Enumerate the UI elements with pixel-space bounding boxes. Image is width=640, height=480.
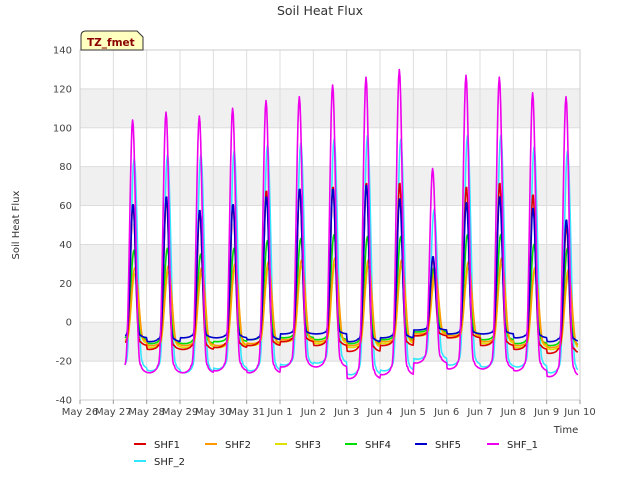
x-tick-label: Jun 2: [300, 407, 326, 418]
x-tick-label: Jun 7: [466, 407, 492, 418]
y-tick-label: 100: [53, 123, 72, 134]
y-axis-ticks: -40 -20 0 20 40 60 80 100 120 140: [53, 46, 72, 407]
y-tick-label: 80: [59, 162, 72, 173]
legend-label: SHF1: [154, 440, 180, 451]
x-tick-label: Jun 10: [563, 407, 596, 418]
grid-band: [80, 88, 580, 128]
soil-heat-flux-figure: -40-20020406080100120140 May 26May 27May…: [11, 3, 596, 468]
y-tick-label: -40: [56, 396, 72, 407]
legend-label: SHF3: [295, 440, 321, 451]
legend-label: SHF_2: [154, 457, 185, 468]
y-tick-label: 20: [59, 279, 72, 290]
x-tick-label: Jun 4: [366, 407, 392, 418]
legend-label: SHF5: [435, 440, 461, 451]
x-tick-label: Jun 5: [400, 407, 426, 418]
x-tick-label: Jun 9: [533, 407, 559, 418]
y-tick-label: 140: [53, 46, 72, 57]
legend-label: SHF_1: [507, 440, 538, 451]
x-tick-label: May 30: [195, 407, 232, 418]
x-tick-label: May 26: [62, 407, 99, 418]
legend-label: SHF2: [225, 440, 251, 451]
x-tick-label: Jun 8: [500, 407, 526, 418]
y-tick-label: 40: [59, 240, 72, 251]
legend: SHF1 SHF2 SHF3 SHF4 SHF5 SHF_1 SHF_2: [134, 440, 538, 468]
x-tick-label: May 29: [162, 407, 199, 418]
x-tick-label: Jun 6: [433, 407, 459, 418]
legend-label: SHF4: [365, 440, 391, 451]
tz-badge-label: TZ_fmet: [87, 37, 135, 49]
x-tick-label: Jun 1: [266, 407, 292, 418]
x-axis-label: Time: [553, 425, 578, 436]
x-tick-label: Jun 3: [333, 407, 359, 418]
x-axis-ticks: May 26May 27May 28May 29May 30May 31 Jun …: [62, 400, 596, 418]
chart-title: Soil Heat Flux: [277, 3, 363, 18]
y-tick-label: 60: [59, 201, 72, 212]
y-tick-label: -20: [56, 357, 72, 368]
x-tick-label: May 28: [128, 407, 165, 418]
y-tick-label: 120: [53, 84, 72, 95]
y-axis-label: Soil Heat Flux: [11, 190, 22, 259]
y-tick-label: 0: [66, 318, 72, 329]
x-tick-label: May 27: [95, 407, 132, 418]
x-tick-label: May 31: [228, 407, 265, 418]
tz-badge: TZ_fmet: [80, 30, 144, 51]
